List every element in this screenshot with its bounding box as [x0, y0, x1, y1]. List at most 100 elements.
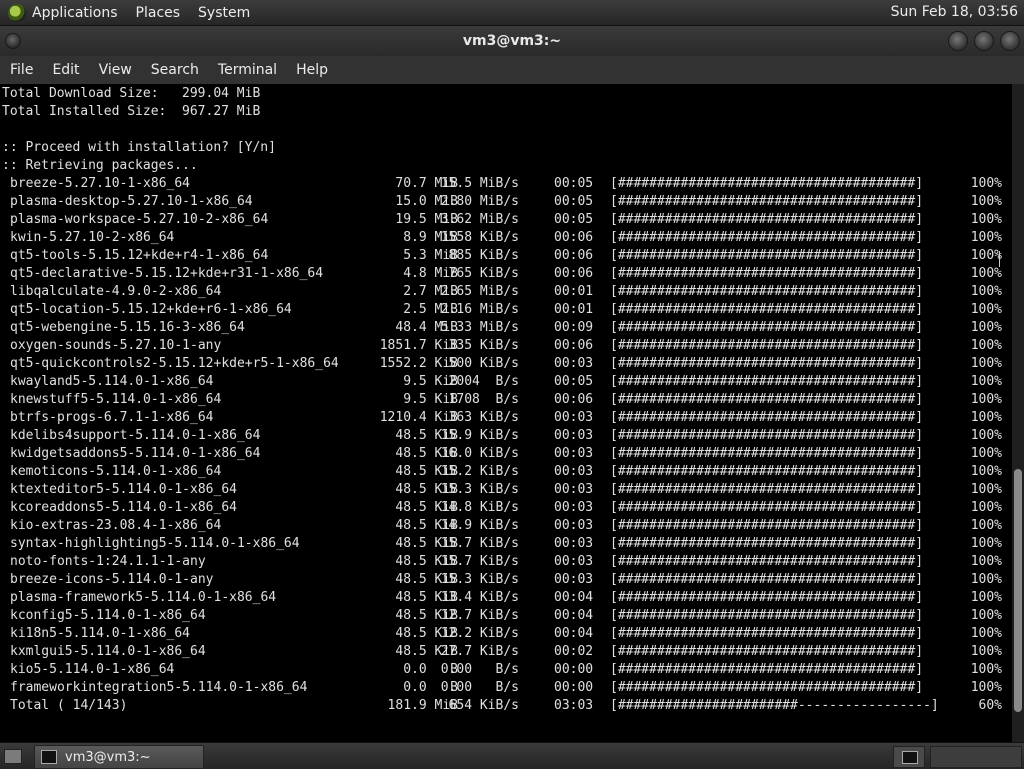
- window-menu-icon[interactable]: [5, 33, 21, 49]
- download-row: kcoreaddons5-5.114.0-1-x86_64 48.5 KiB 14.…: [0, 499, 1010, 517]
- download-rate: 15.7 KiB/s: [440, 554, 519, 569]
- progress-percent: 100%: [970, 482, 1002, 497]
- download-rate: 12.7 KiB/s: [440, 608, 519, 623]
- menu-search[interactable]: Search: [141, 62, 208, 78]
- progress-bar: [######################################]: [610, 320, 924, 335]
- progress-percent: 100%: [970, 374, 1002, 389]
- package-name: kio-extras-23.08.4-1-x86_64: [10, 518, 222, 533]
- system-menu[interactable]: System: [198, 5, 250, 21]
- clock[interactable]: Sun Feb 18, 03:56: [891, 4, 1018, 20]
- package-name: ktexteditor5-5.114.0-1-x86_64: [10, 482, 237, 497]
- progress-percent: 100%: [970, 194, 1002, 209]
- progress-bar: [######################################]: [610, 464, 924, 479]
- download-time: 00:05: [554, 176, 594, 191]
- package-name: kwin-5.27.10-2-x86_64: [10, 230, 175, 245]
- progress-bar: [######################################]: [610, 590, 924, 605]
- package-name: qt5-declarative-5.15.12+kde+r31-1-x86_64: [10, 266, 324, 281]
- distro-logo-icon[interactable]: [8, 3, 26, 22]
- download-rate: 500 KiB/s: [448, 356, 519, 371]
- download-time: 00:03: [554, 428, 594, 443]
- download-row: plasma-framework5-5.114.0-1-x86_64 48.5 K…: [0, 589, 1010, 607]
- download-rate: 0.00 B/s: [440, 680, 519, 695]
- download-row: noto-fonts-1:24.1.1-1-any 48.5 KiB 15.7 Ki…: [0, 553, 1010, 571]
- taskbar-terminal-button[interactable]: vm3@vm3:~: [34, 745, 204, 769]
- package-name: qt5-webengine-5.15.16-3-x86_64: [10, 320, 245, 335]
- download-row: ki18n5-5.114.0-1-x86_64 48.5 KiB 12.2 KiB/…: [0, 625, 1010, 643]
- progress-bar: [######################################]: [610, 554, 924, 569]
- window-titlebar[interactable]: vm3@vm3:~: [0, 26, 1024, 56]
- download-time: 00:06: [554, 338, 594, 353]
- download-time: 00:02: [554, 644, 594, 659]
- progress-bar: [######################################]: [610, 446, 924, 461]
- download-rate: 1708 B/s: [448, 392, 519, 407]
- progress-percent: 100%: [970, 410, 1002, 425]
- download-rate: 3.62 MiB/s: [440, 212, 519, 227]
- package-name: kxmlgui5-5.114.0-1-x86_64: [10, 644, 206, 659]
- download-row: kwidgetsaddons5-5.114.0-1-x86_64 48.5 KiB…: [0, 445, 1010, 463]
- progress-percent: 100%: [970, 554, 1002, 569]
- terminal-scrollbar[interactable]: [1012, 84, 1024, 742]
- bottom-panel: vm3@vm3:~: [0, 742, 1024, 769]
- progress-bar: [######################################]: [610, 230, 924, 245]
- menu-view[interactable]: View: [89, 62, 141, 78]
- show-desktop-icon[interactable]: [4, 749, 22, 764]
- package-name: breeze-5.27.10-1-x86_64: [10, 176, 191, 191]
- package-name: noto-fonts-1:24.1.1-1-any: [10, 554, 206, 569]
- terminal-output[interactable]: Total Download Size: 299.04 MiB Total In…: [0, 84, 1012, 742]
- menu-edit[interactable]: Edit: [42, 62, 88, 78]
- download-size: 1210.4 KiB: [379, 410, 458, 425]
- workspace-switcher[interactable]: [893, 746, 925, 768]
- minimize-button[interactable]: [948, 31, 968, 51]
- close-button[interactable]: [1000, 31, 1020, 51]
- progress-percent: 100%: [970, 446, 1002, 461]
- download-rate: 885 KiB/s: [448, 248, 519, 263]
- menu-terminal[interactable]: Terminal: [208, 62, 286, 78]
- package-name: knewstuff5-5.114.0-1-x86_64: [10, 392, 222, 407]
- download-time: 00:00: [554, 680, 594, 695]
- download-time: 00:00: [554, 662, 594, 677]
- progress-bar: [######################################]: [610, 212, 924, 227]
- progress-percent: 100%: [970, 680, 1002, 695]
- progress-bar: [######################################]: [610, 356, 924, 371]
- download-time: 00:05: [554, 194, 594, 209]
- progress-bar: [######################################]: [610, 662, 924, 677]
- download-row: kdelibs4support-5.114.0-1-x86_64 48.5 KiB…: [0, 427, 1010, 445]
- progress-bar: [######################################]: [610, 266, 924, 281]
- maximize-button[interactable]: [974, 31, 994, 51]
- download-row: btrfs-progs-6.7.1-1-x86_64 1210.4 KiB 363 …: [0, 409, 1010, 427]
- progress-percent: 100%: [970, 644, 1002, 659]
- download-rate: 27.7 KiB/s: [440, 644, 519, 659]
- package-name: oxygen-sounds-5.27.10-1-any: [10, 338, 222, 353]
- progress-percent: 100%: [970, 212, 1002, 227]
- download-rate: 0.00 B/s: [440, 662, 519, 677]
- download-row: knewstuff5-5.114.0-1-x86_64 9.5 KiB 1708 B…: [0, 391, 1010, 409]
- progress-percent: 100%: [970, 500, 1002, 515]
- download-rate: 15.5 MiB/s: [440, 176, 519, 191]
- applications-menu[interactable]: Applications: [32, 5, 118, 21]
- scrollbar-thumb[interactable]: [1014, 469, 1022, 712]
- progress-percent: 100%: [970, 248, 1002, 263]
- download-row: plasma-workspace-5.27.10-2-x86_64 19.5 Mi…: [0, 211, 1010, 229]
- menu-help[interactable]: Help: [286, 62, 337, 78]
- progress-bar: [######################################]: [610, 428, 924, 443]
- progress-bar: [######################################]: [610, 248, 924, 263]
- download-rate: 2004 B/s: [448, 374, 519, 389]
- download-row: qt5-tools-5.15.12+kde+r4-1-x86_64 5.3 MiB…: [0, 247, 1010, 265]
- download-time: 00:06: [554, 230, 594, 245]
- download-time: 00:06: [554, 266, 594, 281]
- download-row: kio5-5.114.0-1-x86_64 0.0 B 0.00 B/s 00:00[…: [0, 661, 1010, 679]
- progress-percent: 100%: [970, 320, 1002, 335]
- download-rate: 15.7 KiB/s: [440, 536, 519, 551]
- menu-file[interactable]: File: [0, 62, 42, 78]
- download-time: 00:05: [554, 212, 594, 227]
- download-time: 00:03: [554, 572, 594, 587]
- download-size: 1552.2 KiB: [379, 356, 458, 371]
- download-row: kio-extras-23.08.4-1-x86_64 48.5 KiB 14.9 …: [0, 517, 1010, 535]
- workspace-area[interactable]: [930, 746, 1022, 768]
- download-rate: 15.9 KiB/s: [440, 428, 519, 443]
- progress-percent: 100%: [970, 608, 1002, 623]
- download-row: ktexteditor5-5.114.0-1-x86_64 48.5 KiB 15.…: [0, 481, 1010, 499]
- places-menu[interactable]: Places: [136, 5, 181, 21]
- progress-percent: 100%: [970, 428, 1002, 443]
- download-time: 00:06: [554, 248, 594, 263]
